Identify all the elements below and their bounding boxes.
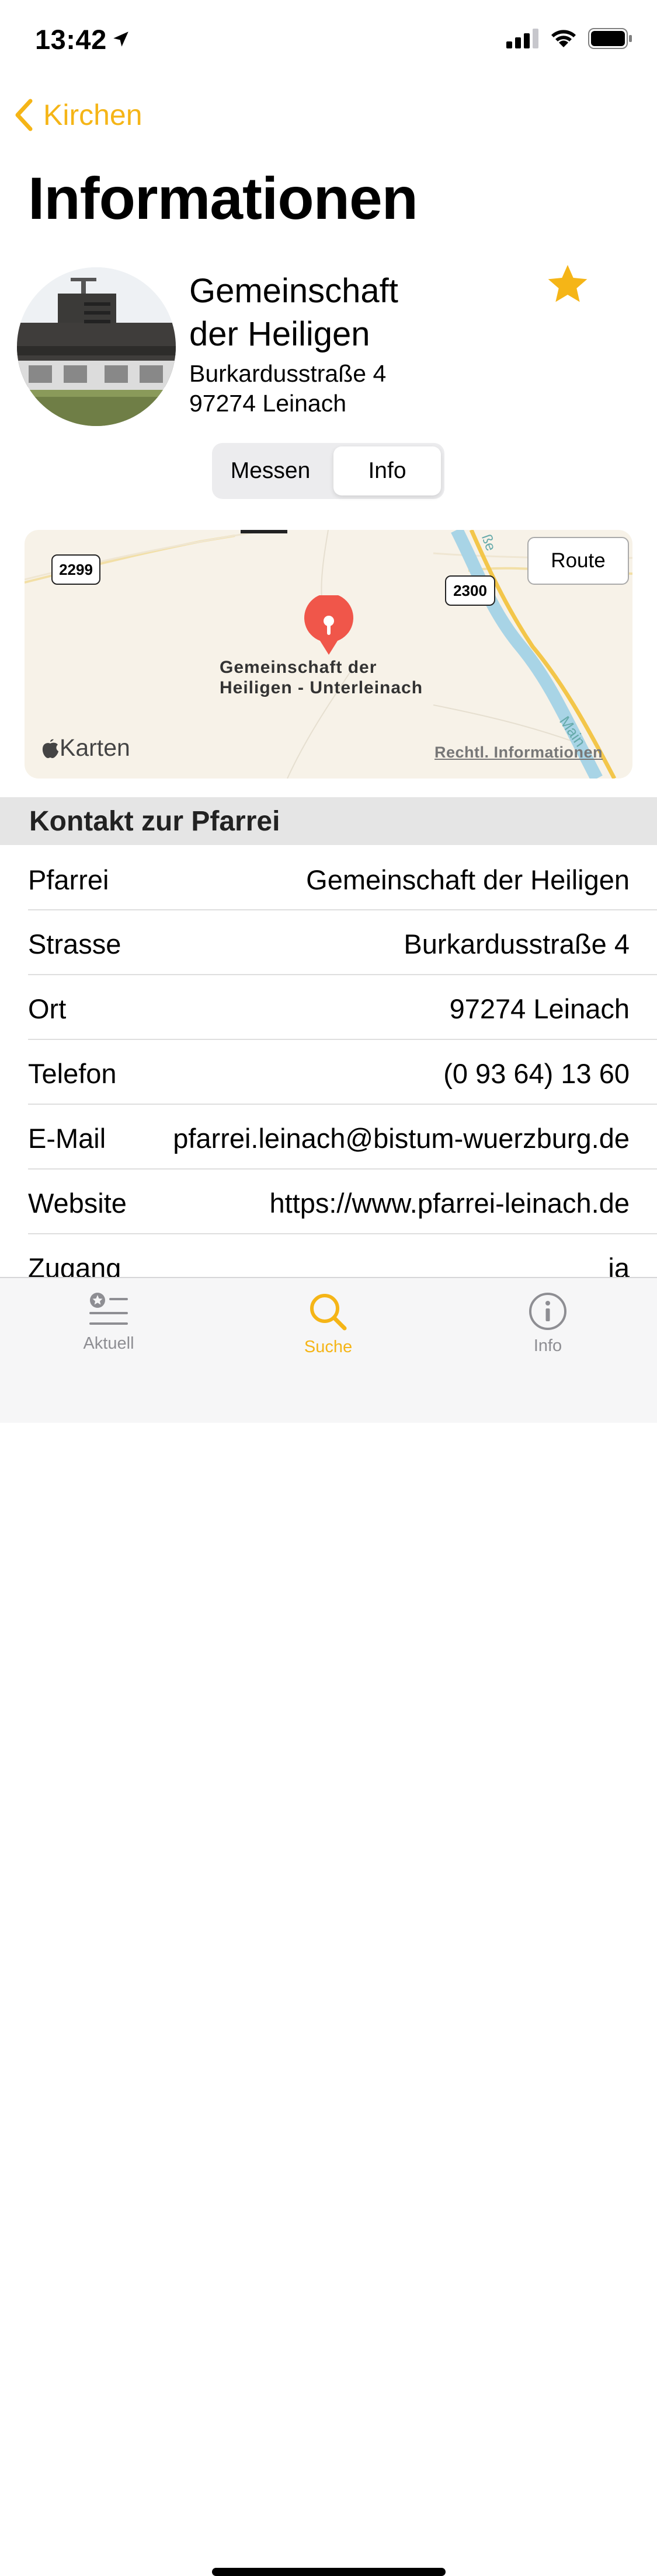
maps-brand: Karten bbox=[41, 734, 130, 762]
tab-label: Info bbox=[533, 1336, 562, 1355]
church-address: Burkardusstraße 4 97274 Leinach bbox=[189, 359, 386, 418]
section-header: Kontakt zur Pfarrei bbox=[0, 797, 657, 845]
back-button[interactable]: Kirchen bbox=[14, 98, 142, 132]
favorite-star-icon[interactable] bbox=[544, 261, 591, 308]
tab-suche[interactable]: Suche bbox=[258, 1292, 398, 1357]
row-value: 97274 Leinach bbox=[449, 993, 630, 1024]
route-button[interactable]: Route bbox=[527, 537, 629, 585]
map-pin-icon[interactable] bbox=[303, 595, 355, 656]
row-value: Gemeinschaft der Heiligen bbox=[306, 864, 630, 895]
tab-info[interactable]: Info bbox=[478, 1292, 618, 1356]
segmented-control: Messen Info bbox=[212, 443, 444, 499]
map-view[interactable]: 2299 2300 ße Main Gemeinschaft der Heili… bbox=[25, 530, 632, 779]
row-divider bbox=[28, 974, 657, 975]
church-photo bbox=[17, 267, 176, 426]
row-divider bbox=[28, 1039, 657, 1040]
church-city: 97274 Leinach bbox=[189, 390, 347, 417]
status-time: 13:42 bbox=[35, 24, 107, 55]
contact-row-strasse[interactable]: Strasse Burkardusstraße 4 bbox=[28, 912, 630, 976]
row-divider bbox=[28, 1168, 657, 1170]
list-star-icon bbox=[89, 1293, 128, 1325]
cellular-signal-icon bbox=[506, 29, 538, 48]
row-label: Website bbox=[28, 1187, 127, 1219]
search-icon bbox=[310, 1294, 347, 1331]
info-icon bbox=[529, 1293, 566, 1330]
row-label: Telefon bbox=[28, 1057, 117, 1089]
map-pin-label-line2: Heiligen - Unterleinach bbox=[220, 678, 423, 697]
row-value: (0 93 64) 13 60 bbox=[443, 1057, 630, 1089]
tab-aktuell[interactable]: Aktuell bbox=[39, 1292, 179, 1353]
segment-info[interactable]: Info bbox=[333, 446, 441, 495]
row-divider bbox=[28, 1104, 657, 1105]
road-shield-2300: 2300 bbox=[445, 575, 495, 606]
battery-icon bbox=[588, 28, 632, 49]
legal-link[interactable]: Rechtl. Informationen bbox=[434, 744, 603, 762]
contact-row-pfarrei[interactable]: Pfarrei Gemeinschaft der Heiligen bbox=[28, 847, 630, 912]
maps-brand-label: Karten bbox=[60, 734, 130, 761]
row-label: E-Mail bbox=[28, 1122, 106, 1154]
tab-label: Aktuell bbox=[83, 1334, 134, 1353]
contact-row-ort[interactable]: Ort 97274 Leinach bbox=[28, 976, 630, 1041]
home-indicator bbox=[212, 2568, 446, 2576]
contact-row-telefon[interactable]: Telefon (0 93 64) 13 60 bbox=[28, 1041, 630, 1105]
row-divider bbox=[28, 1233, 657, 1234]
wifi-icon bbox=[551, 30, 576, 47]
row-value: pfarrei.leinach@bistum-wuerzburg.de bbox=[173, 1122, 630, 1154]
segment-messen[interactable]: Messen bbox=[215, 446, 325, 495]
row-value: https://www.pfarrei-leinach.de bbox=[269, 1187, 630, 1219]
page-title: Informationen bbox=[28, 165, 418, 232]
tab-label: Suche bbox=[304, 1338, 353, 1356]
contact-row-email[interactable]: E-Mail pfarrei.leinach@bistum-wuerzburg.… bbox=[28, 1106, 630, 1170]
road-shield-2299: 2299 bbox=[51, 554, 100, 585]
location-arrow-icon bbox=[113, 32, 128, 47]
section-title: Kontakt zur Pfarrei bbox=[29, 806, 280, 837]
church-street: Burkardusstraße 4 bbox=[189, 360, 387, 387]
back-label: Kirchen bbox=[43, 99, 142, 131]
contact-row-website[interactable]: Website https://www.pfarrei-leinach.de bbox=[28, 1171, 630, 1235]
chevron-left-icon bbox=[15, 99, 33, 131]
map-pin-label: Gemeinschaft der Heiligen - Unterleinach bbox=[220, 657, 423, 698]
row-value: Burkardusstraße 4 bbox=[404, 928, 630, 959]
church-name: Gemeinschaft der Heiligen bbox=[189, 272, 398, 353]
status-indicators bbox=[506, 28, 632, 49]
row-divider bbox=[28, 909, 657, 910]
map-pin-label-line1: Gemeinschaft der bbox=[220, 658, 377, 677]
row-label: Ort bbox=[28, 993, 67, 1024]
apple-logo-icon bbox=[42, 739, 58, 758]
row-label: Pfarrei bbox=[28, 864, 109, 895]
tab-bar: Aktuell Suche Info bbox=[0, 1277, 657, 2576]
row-label: Strasse bbox=[28, 928, 121, 959]
